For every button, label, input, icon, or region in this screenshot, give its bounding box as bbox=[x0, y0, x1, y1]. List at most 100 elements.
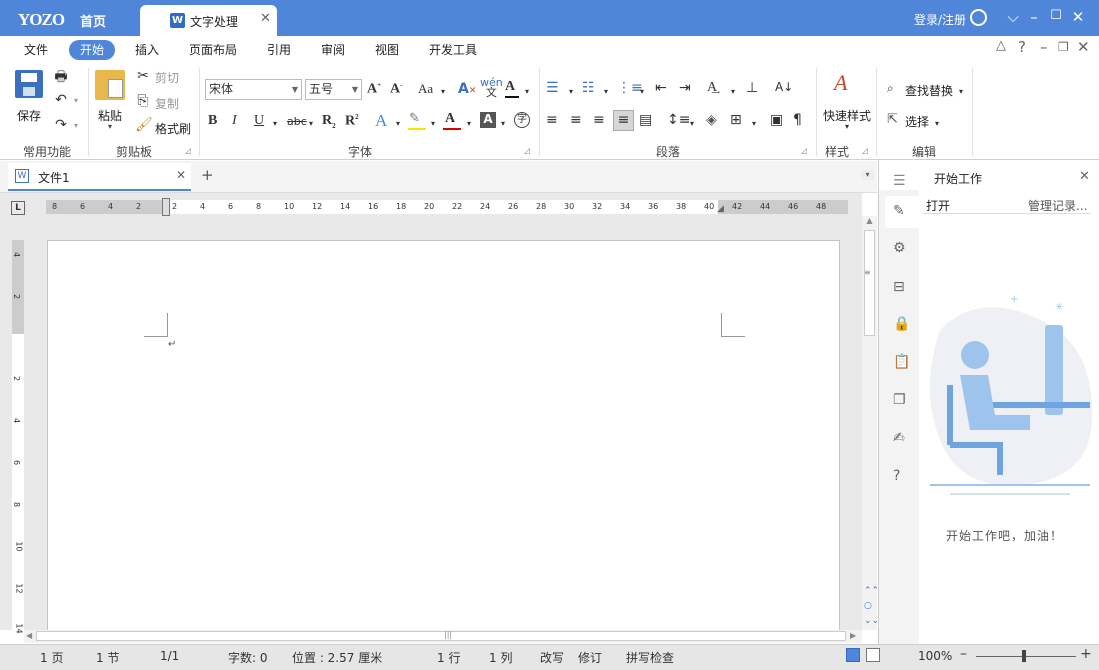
clipboard-launcher-icon[interactable]: ◿ bbox=[185, 146, 191, 155]
multilevel-list-icon[interactable]: ⋮≡ bbox=[617, 80, 643, 96]
doc-minimize-icon[interactable]: – bbox=[1040, 38, 1048, 56]
edit-note-icon[interactable]: ✍ bbox=[893, 430, 905, 446]
panel-menu-icon[interactable]: ☰ bbox=[893, 173, 906, 189]
save-icon[interactable] bbox=[15, 70, 43, 98]
doc-restore-icon[interactable]: ❐ bbox=[1058, 40, 1069, 54]
doc-close-icon[interactable]: ✕ bbox=[1077, 38, 1090, 56]
hscroll-thumb[interactable] bbox=[36, 631, 846, 641]
paste-icon[interactable] bbox=[95, 70, 125, 100]
copy-button[interactable]: 复制 bbox=[155, 95, 179, 112]
redo-icon[interactable]: ↷ bbox=[52, 117, 70, 133]
menu-view[interactable]: 视图 bbox=[364, 40, 410, 60]
borders-icon[interactable]: ⊞ bbox=[730, 112, 742, 128]
shading-icon[interactable]: ◈ bbox=[706, 112, 717, 128]
clear-format-icon[interactable]: A✕ bbox=[458, 81, 476, 97]
comment-icon[interactable]: ▣ bbox=[770, 112, 783, 128]
vertical-ruler[interactable]: 4 2 2 4 6 8 10 12 14 bbox=[12, 240, 24, 634]
superscript-icon[interactable]: R2 bbox=[345, 113, 359, 130]
web-view-icon[interactable] bbox=[866, 648, 880, 662]
numbered-dropdown-icon[interactable]: ▾ bbox=[604, 87, 608, 96]
status-words[interactable]: 字数: 0 bbox=[228, 649, 268, 666]
home-tab[interactable]: 首页 bbox=[80, 11, 106, 30]
menu-home[interactable]: 开始 bbox=[69, 40, 116, 60]
align-left-icon[interactable]: ≡ bbox=[546, 112, 558, 128]
font-color-icon[interactable]: A bbox=[445, 111, 455, 127]
zoom-slider-track[interactable] bbox=[976, 656, 1076, 657]
subscript-icon[interactable]: R2 bbox=[322, 113, 336, 130]
bullet-list-icon[interactable]: ☰ bbox=[546, 80, 559, 96]
zoom-in-icon[interactable]: + bbox=[1080, 646, 1092, 662]
change-case-icon[interactable]: Aa bbox=[418, 81, 433, 97]
bold-icon[interactable]: B bbox=[208, 113, 217, 129]
lock-icon[interactable]: 🔒 bbox=[893, 316, 910, 332]
copy-pages-icon[interactable]: ❐ bbox=[893, 392, 906, 408]
multilevel-dropdown-icon[interactable]: ▾ bbox=[640, 87, 644, 96]
increase-indent-icon[interactable]: ⇥ bbox=[679, 80, 691, 96]
status-spellcheck[interactable]: 拼写检查 bbox=[626, 649, 674, 666]
close-tab-icon[interactable]: ✕ bbox=[260, 11, 271, 26]
menu-insert[interactable]: 插入 bbox=[124, 40, 170, 60]
help-circle-icon[interactable]: ? bbox=[893, 468, 900, 484]
grow-font-icon[interactable]: A+ bbox=[367, 81, 381, 98]
maximize-icon[interactable]: ☐ bbox=[1046, 8, 1066, 23]
underline-dropdown-icon[interactable]: ▾ bbox=[273, 119, 277, 128]
zoom-out-icon[interactable]: – bbox=[960, 646, 967, 662]
char-border-dropdown-icon[interactable]: ▾ bbox=[525, 87, 529, 96]
login-link[interactable]: 登录/注册 bbox=[914, 11, 966, 28]
horizontal-scrollbar[interactable]: ◀ ||| ▶ bbox=[24, 630, 862, 643]
char-border-icon[interactable]: A bbox=[505, 79, 515, 95]
sort-icon[interactable]: A↓ bbox=[775, 80, 793, 94]
page-view-icon[interactable] bbox=[846, 648, 860, 662]
select-button[interactable]: 选择 bbox=[905, 113, 929, 130]
structure-icon[interactable]: ⊟ bbox=[893, 279, 905, 295]
scroll-up-icon[interactable]: ▲ bbox=[864, 216, 875, 226]
minimize-icon[interactable]: – bbox=[1024, 8, 1044, 26]
char-shading-dropdown-icon[interactable]: ▾ bbox=[501, 119, 505, 128]
menu-references[interactable]: 引用 bbox=[256, 40, 302, 60]
close-window-icon[interactable]: ✕ bbox=[1068, 8, 1088, 26]
panel-close-icon[interactable]: ✕ bbox=[1079, 169, 1090, 184]
enclose-char-icon[interactable]: 字 bbox=[514, 112, 530, 128]
quick-style-dropdown-icon[interactable]: ▾ bbox=[845, 122, 849, 131]
select-dropdown-icon[interactable]: ▾ bbox=[935, 119, 939, 128]
font-color-dropdown-icon[interactable]: ▾ bbox=[467, 119, 471, 128]
align-center-icon[interactable]: ≡ bbox=[570, 112, 582, 128]
status-revise[interactable]: 修订 bbox=[578, 649, 602, 666]
font-size-select[interactable]: 五号 ▼ bbox=[305, 79, 362, 100]
user-avatar-icon[interactable] bbox=[970, 9, 987, 26]
borders-dropdown-icon[interactable]: ▾ bbox=[752, 119, 756, 128]
zoom-slider-thumb[interactable] bbox=[1022, 650, 1026, 662]
highlight-icon[interactable]: ✎ bbox=[409, 111, 420, 126]
select-cursor-icon[interactable]: ⇱ bbox=[887, 112, 898, 127]
copy-icon[interactable]: ⎘ bbox=[135, 93, 151, 109]
close-file-tab-icon[interactable]: ✕ bbox=[176, 168, 186, 182]
vertical-scrollbar[interactable]: ▲ ≡ ⌃⌃ ○ ⌄⌄ bbox=[862, 216, 879, 630]
panel-open-link[interactable]: 打开 bbox=[926, 197, 950, 214]
document-tab[interactable]: W 文字处理 ✕ bbox=[140, 5, 277, 36]
settings-sliders-icon[interactable]: ⚙ bbox=[893, 240, 906, 256]
bullet-dropdown-icon[interactable]: ▾ bbox=[569, 87, 573, 96]
numbered-list-icon[interactable]: ☷ bbox=[582, 80, 595, 96]
format-painter-icon[interactable]: 🖌 bbox=[135, 117, 153, 133]
right-indent-marker[interactable]: ◢ bbox=[717, 204, 724, 214]
font-name-select[interactable]: 宋体 ▼ bbox=[205, 79, 302, 100]
line-break-icon[interactable]: ⊥ bbox=[746, 80, 758, 96]
menu-page-layout[interactable]: 页面布局 bbox=[178, 40, 248, 60]
page-nav-icon[interactable]: ⌃⌃ ○ ⌄⌄ bbox=[864, 584, 879, 629]
format-painter-button[interactable]: 格式刷 bbox=[155, 120, 191, 137]
menu-developer[interactable]: 开发工具 bbox=[418, 40, 488, 60]
tab-stop-selector[interactable]: L bbox=[11, 201, 25, 215]
change-case-dropdown-icon[interactable]: ▾ bbox=[441, 87, 445, 96]
help-icon[interactable]: ? bbox=[1018, 38, 1026, 56]
edit-pen-icon[interactable]: ✎ bbox=[893, 203, 905, 219]
justify-icon[interactable]: ≡ bbox=[613, 110, 634, 131]
show-marks-icon[interactable]: ¶ bbox=[793, 112, 802, 128]
font-launcher-icon[interactable]: ◿ bbox=[524, 146, 530, 155]
manage-records-link[interactable]: 管理记录... bbox=[1028, 197, 1087, 214]
save-button[interactable]: 保存 bbox=[17, 107, 41, 124]
phonetic-guide-icon[interactable]: wén 文 bbox=[480, 77, 503, 98]
style-launcher-icon[interactable]: ◿ bbox=[862, 146, 868, 155]
char-shading-icon[interactable]: A bbox=[480, 112, 496, 128]
underline-icon[interactable]: U bbox=[254, 113, 264, 129]
line-spacing-icon[interactable]: ↕≡ bbox=[667, 112, 690, 128]
